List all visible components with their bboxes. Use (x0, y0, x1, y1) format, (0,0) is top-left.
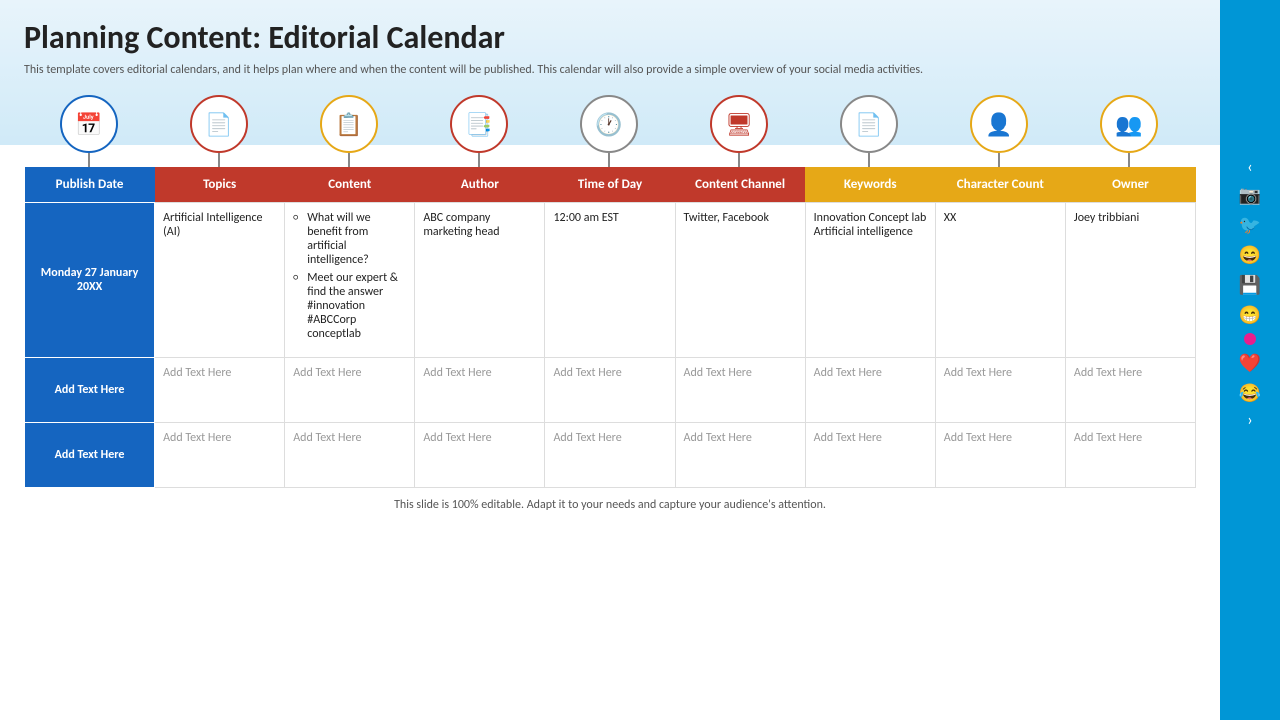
header-publish-date: Publish Date (25, 167, 155, 203)
cell-channel-1: Twitter, Facebook (675, 203, 805, 358)
icon-cell-charcount: 👤 (934, 95, 1064, 167)
cell-owner-1: Joey tribbiani (1065, 203, 1195, 358)
cell-keywords-3: Add Text Here (805, 423, 935, 488)
cell-content-1: What will we benefit from artificial int… (285, 203, 415, 358)
cell-owner-3: Add Text Here (1065, 423, 1195, 488)
sidebar-twitter-icon: 🐦 (1239, 214, 1261, 236)
footer-text: This slide is 100% editable. Adapt it to… (24, 498, 1196, 512)
sidebar-save-icon: 💾 (1239, 274, 1261, 296)
icon-stem (348, 153, 350, 167)
header-content: Content (285, 167, 415, 203)
cell-author-1: ABC company marketing head (415, 203, 545, 358)
icon-stem (1128, 153, 1130, 167)
cell-time-1: 12:00 am EST (545, 203, 675, 358)
cell-channel-3: Add Text Here (675, 423, 805, 488)
document-icon: 📄 (190, 95, 248, 153)
cell-topics-3: Add Text Here (155, 423, 285, 488)
cell-topics-2: Add Text Here (155, 358, 285, 423)
cell-content-3: Add Text Here (285, 423, 415, 488)
sidebar-instagram-icon: 📷 (1239, 184, 1261, 206)
cell-topics-1: Artificial Intelligence (AI) (155, 203, 285, 358)
cell-channel-2: Add Text Here (675, 358, 805, 423)
monitor-icon: 🖥 (710, 95, 768, 153)
icon-row: 📅 📄 📋 📑 🕐 (24, 95, 1196, 167)
cell-keywords-2: Add Text Here (805, 358, 935, 423)
icon-stem (868, 153, 870, 167)
icon-cell-owner: 👥 (1064, 95, 1194, 167)
icon-cell-time: 🕐 (544, 95, 674, 167)
icon-stem (218, 153, 220, 167)
group-icon: 👥 (1100, 95, 1158, 153)
header-time: Time of Day (545, 167, 675, 203)
cell-keywords-1: Innovation Concept lab Artificial intell… (805, 203, 935, 358)
clipboard-icon: 📋 (320, 95, 378, 153)
header-keywords: Keywords (805, 167, 935, 203)
sidebar-happy-icon: 😄 (1239, 244, 1261, 266)
table-row: Monday 27 January 20XX Artificial Intell… (25, 203, 1196, 358)
header-author: Author (415, 167, 545, 203)
cell-time-2: Add Text Here (545, 358, 675, 423)
cell-author-2: Add Text Here (415, 358, 545, 423)
cell-time-3: Add Text Here (545, 423, 675, 488)
page-title: Planning Content: Editorial Calendar (24, 18, 1196, 57)
cell-charcount-1: XX (935, 203, 1065, 358)
cell-owner-2: Add Text Here (1065, 358, 1195, 423)
table-row: Add Text Here Add Text Here Add Text Her… (25, 358, 1196, 423)
person-icon: 👤 (970, 95, 1028, 153)
icon-stem (478, 153, 480, 167)
icon-stem (608, 153, 610, 167)
sidebar-chevron-right: › (1247, 411, 1252, 430)
page-subtitle: This template covers editorial calendars… (24, 63, 924, 77)
icon-cell-keywords: 📄 (804, 95, 934, 167)
icon-stem (998, 153, 1000, 167)
content-item-1: What will we benefit from artificial int… (293, 211, 406, 267)
clock-icon: 🕐 (580, 95, 638, 153)
cell-publish-date-3: Add Text Here (25, 423, 155, 488)
icon-cell-author: 📑 (414, 95, 544, 167)
content-item-2: Meet our expert & find the answer #innov… (293, 271, 406, 341)
list-icon: 📄 (840, 95, 898, 153)
sidebar-smile-icon: 😁 (1239, 304, 1261, 326)
doc-icon: 📑 (450, 95, 508, 153)
header-charcount: Character Count (935, 167, 1065, 203)
cell-content-2: Add Text Here (285, 358, 415, 423)
icon-cell-content: 📋 (284, 95, 414, 167)
icon-stem (738, 153, 740, 167)
header-channel: Content Channel (675, 167, 805, 203)
main-content: Planning Content: Editorial Calendar Thi… (0, 0, 1220, 522)
icon-stem (88, 153, 90, 167)
editorial-calendar-table: Publish Date Topics Content Author Time … (24, 167, 1196, 488)
icon-cell-topics: 📄 (154, 95, 284, 167)
cell-author-3: Add Text Here (415, 423, 545, 488)
icon-cell-publish-date: 📅 (24, 95, 154, 167)
table-row: Add Text Here Add Text Here Add Text Her… (25, 423, 1196, 488)
header-owner: Owner (1065, 167, 1195, 203)
calendar-section: 📅 📄 📋 📑 🕐 (24, 95, 1196, 488)
header-topics: Topics (155, 167, 285, 203)
cell-publish-date-2: Add Text Here (25, 358, 155, 423)
cell-publish-date-1: Monday 27 January 20XX (25, 203, 155, 358)
sidebar-chevron-left: ‹ (1247, 158, 1252, 177)
cell-charcount-2: Add Text Here (935, 358, 1065, 423)
icon-cell-channel: 🖥 (674, 95, 804, 167)
calendar-icon: 📅 (60, 95, 118, 153)
right-sidebar: ‹ 📷 🐦 😄 💾 😁 ❤️ 😂 › (1220, 145, 1280, 720)
sidebar-laugh-icon: 😂 (1239, 382, 1261, 404)
sidebar-heart-icon: ❤️ (1239, 352, 1261, 374)
cell-charcount-3: Add Text Here (935, 423, 1065, 488)
sidebar-dot-pink (1244, 333, 1256, 345)
top-bar-accent (1220, 0, 1280, 145)
